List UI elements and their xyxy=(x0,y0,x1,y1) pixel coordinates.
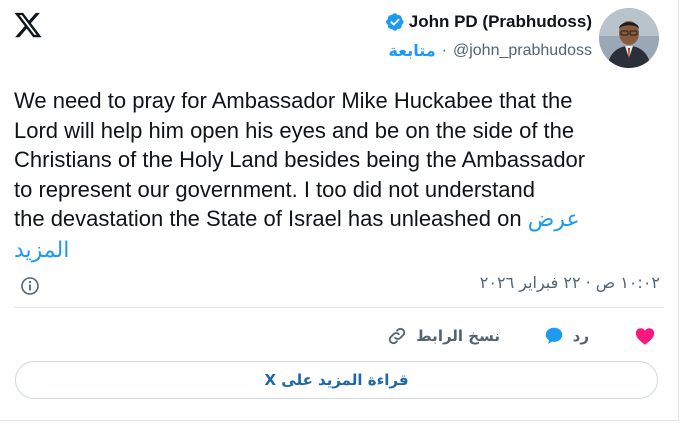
reply-button[interactable]: رد xyxy=(543,325,589,347)
author-handle-row: متابعة · @john_prabhudoss xyxy=(388,41,592,60)
info-icon[interactable] xyxy=(20,276,40,296)
author-name[interactable]: John PD (Prabhudoss) xyxy=(409,12,592,32)
avatar-image xyxy=(599,8,659,68)
heart-icon xyxy=(635,328,655,345)
author-name-row[interactable]: John PD (Prabhudoss) xyxy=(385,12,592,32)
follow-button[interactable]: متابعة xyxy=(388,41,435,60)
avatar[interactable] xyxy=(599,8,659,68)
copy-link-button[interactable]: نسخ الرابط xyxy=(386,325,500,347)
show-more-link-word1[interactable]: عرض xyxy=(528,207,580,232)
tweet-card: John PD (Prabhudoss) متابعة · @john_prab… xyxy=(0,0,679,421)
link-icon xyxy=(389,327,406,345)
reply-bubble-icon xyxy=(545,327,562,344)
tweet-text: We need to pray for Ambassador Mike Huck… xyxy=(14,86,664,265)
copy-link-label[interactable]: نسخ الرابط xyxy=(416,327,500,345)
tweet-body: We need to pray for Ambassador Mike Huck… xyxy=(14,88,586,231)
like-button[interactable] xyxy=(634,325,656,347)
author-handle[interactable]: @john_prabhudoss xyxy=(453,42,592,60)
verified-badge-icon xyxy=(385,13,404,31)
show-more-link-word2[interactable]: المزيد xyxy=(14,238,69,263)
action-bar: رد نسخ الرابط xyxy=(0,323,680,351)
divider xyxy=(14,307,664,308)
tweet-timestamp[interactable]: ١٠:٠٢ ص · ٢٢ فبراير ٢٠٢٦ xyxy=(480,273,660,292)
reply-label[interactable]: رد xyxy=(573,327,589,345)
x-logo-icon[interactable] xyxy=(13,10,43,40)
separator-dot: · xyxy=(441,41,447,59)
read-more-on-x-button[interactable]: قراءة المزيد على X xyxy=(15,361,658,399)
